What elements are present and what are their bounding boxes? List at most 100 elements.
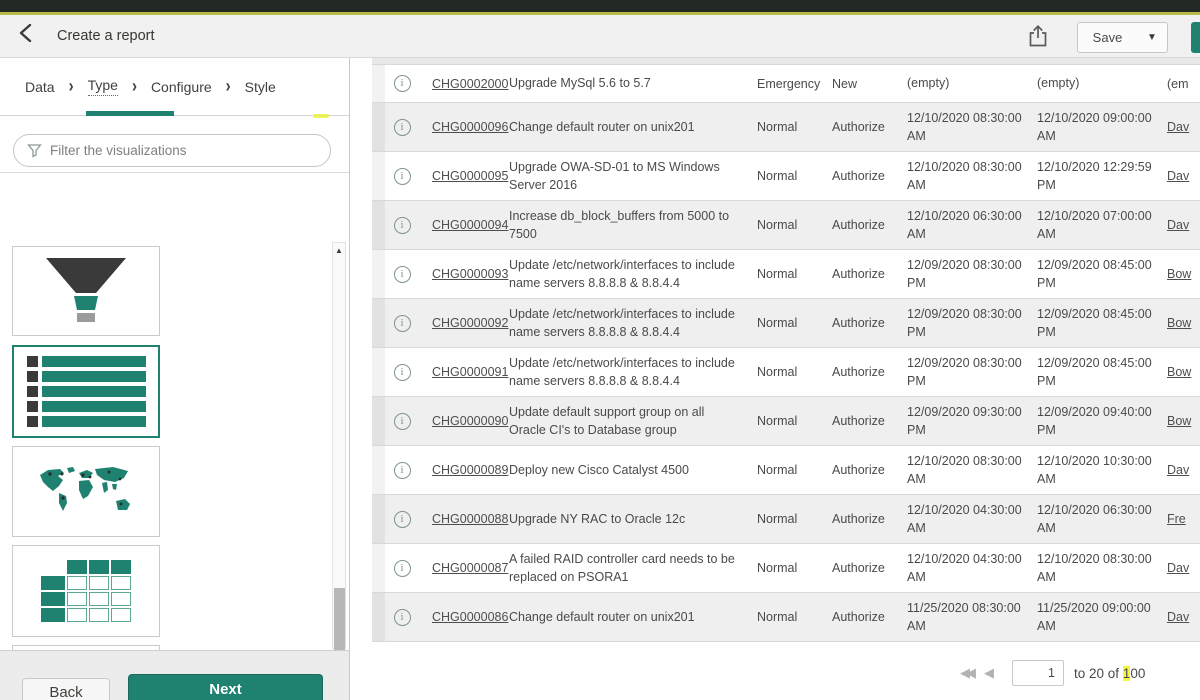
back-button[interactable]: Back: [22, 678, 110, 700]
assignee-link[interactable]: Fre: [1167, 512, 1200, 526]
assignee-link[interactable]: Bow: [1167, 414, 1200, 428]
state-value: Authorize: [832, 267, 907, 281]
first-page-icon[interactable]: ◀◀: [960, 665, 972, 681]
planned-start-date: 12/10/2020 04:30:00 AM: [907, 550, 1037, 586]
assignee-empty: (em: [1167, 77, 1200, 91]
filter-input[interactable]: [50, 143, 330, 158]
info-icon[interactable]: i: [394, 413, 411, 430]
short-description: Upgrade MySql 5.6 to 5.7: [509, 74, 757, 92]
info-icon[interactable]: i: [394, 168, 411, 185]
assignee-link[interactable]: Bow: [1167, 316, 1200, 330]
change-number-link[interactable]: CHG0002000: [432, 77, 509, 91]
info-icon[interactable]: i: [394, 119, 411, 136]
next-button[interactable]: Next: [128, 674, 323, 700]
viz-card-world-map[interactable]: [12, 446, 160, 537]
wizard-step-type[interactable]: Type: [88, 77, 118, 96]
change-number-link[interactable]: CHG0000089: [432, 463, 509, 477]
priority-value: Normal: [757, 316, 832, 330]
short-description: Deploy new Cisco Catalyst 4500: [509, 461, 757, 479]
change-request-table: i CHG0002000 Upgrade MySql 5.6 to 5.7 Em…: [372, 58, 1200, 642]
scrolled-row-remnant: [372, 58, 1200, 65]
planned-end-date: 12/10/2020 07:00:00 AM: [1037, 207, 1167, 243]
table-row: i CHG0000095 Upgrade OWA-SD-01 to MS Win…: [372, 152, 1200, 201]
wizard-footer: Back Next: [0, 650, 349, 700]
planned-end-date: 12/10/2020 08:30:00 AM: [1037, 550, 1167, 586]
visualization-list: ▲ ▼: [0, 174, 349, 649]
priority-value: Normal: [757, 561, 832, 575]
assignee-link[interactable]: Dav: [1167, 610, 1200, 624]
change-number-link[interactable]: CHG0000086: [432, 610, 509, 624]
change-number-link[interactable]: CHG0000088: [432, 512, 509, 526]
change-number-link[interactable]: CHG0000093: [432, 267, 509, 281]
previous-page-icon[interactable]: ◀: [984, 665, 994, 681]
info-icon[interactable]: i: [394, 462, 411, 479]
table-row: i CHG0000086 Change default router on un…: [372, 593, 1200, 642]
funnel-chart-icon: [40, 256, 132, 326]
chevron-right-icon: ›: [69, 76, 74, 97]
change-number-link[interactable]: CHG0000092: [432, 316, 509, 330]
priority-value: Normal: [757, 463, 832, 477]
planned-end-date: 12/09/2020 08:45:00 PM: [1037, 256, 1167, 292]
viz-card-funnel-chart[interactable]: [12, 246, 160, 336]
save-dropdown-caret-icon[interactable]: ▼: [1137, 22, 1168, 53]
change-number-link[interactable]: CHG0000087: [432, 561, 509, 575]
priority-value: Normal: [757, 414, 832, 428]
state-value: Authorize: [832, 169, 907, 183]
back-chevron-icon[interactable]: [18, 24, 34, 42]
info-icon[interactable]: i: [394, 266, 411, 283]
change-number-link[interactable]: CHG0000095: [432, 169, 509, 183]
page-title: Create a report: [57, 28, 155, 44]
viz-card-pivot-table-grid[interactable]: [12, 545, 160, 637]
viz-scrollbar-thumb[interactable]: [334, 588, 345, 651]
change-number-link[interactable]: CHG0000096: [432, 120, 509, 134]
priority-value: Normal: [757, 512, 832, 526]
assignee-link[interactable]: Dav: [1167, 463, 1200, 477]
state-value: Authorize: [832, 610, 907, 624]
table-row: i CHG0000089 Deploy new Cisco Catalyst 4…: [372, 446, 1200, 495]
assignee-link[interactable]: Dav: [1167, 561, 1200, 575]
state-value: Authorize: [832, 463, 907, 477]
wizard-step-style[interactable]: Style: [245, 79, 276, 95]
scroll-up-arrow-icon[interactable]: ▲: [333, 244, 345, 258]
table-row: i CHG0000088 Upgrade NY RAC to Oracle 12…: [372, 495, 1200, 544]
assignee-link[interactable]: Dav: [1167, 218, 1200, 232]
short-description: Update /etc/network/interfaces to includ…: [509, 256, 757, 292]
short-description: A failed RAID controller card needs to b…: [509, 550, 757, 586]
state-value: Authorize: [832, 512, 907, 526]
info-icon[interactable]: i: [394, 560, 411, 577]
state-value: Authorize: [832, 316, 907, 330]
save-button[interactable]: Save: [1077, 22, 1138, 53]
wizard-step-configure[interactable]: Configure: [151, 79, 212, 95]
wizard-step-data[interactable]: Data: [25, 79, 55, 95]
table-row: i CHG0000087 A failed RAID controller ca…: [372, 544, 1200, 593]
assignee-link[interactable]: Bow: [1167, 365, 1200, 379]
edge-primary-button-partial[interactable]: [1191, 22, 1200, 53]
info-icon[interactable]: i: [394, 511, 411, 528]
assignee-link[interactable]: Bow: [1167, 267, 1200, 281]
assignee-link[interactable]: Dav: [1167, 169, 1200, 183]
info-icon[interactable]: i: [394, 315, 411, 332]
priority-value: Normal: [757, 120, 832, 134]
visualization-filter[interactable]: [13, 134, 331, 167]
page-number-input[interactable]: [1012, 660, 1064, 686]
planned-start-date: 12/10/2020 08:30:00 AM: [907, 109, 1037, 145]
state-value: Authorize: [832, 218, 907, 232]
state-value: Authorize: [832, 414, 907, 428]
info-icon[interactable]: i: [394, 75, 411, 92]
info-icon[interactable]: i: [394, 217, 411, 234]
planned-start-date: 12/09/2020 09:30:00 PM: [907, 403, 1037, 439]
state-value: Authorize: [832, 120, 907, 134]
cursor-highlight-artifact: [313, 114, 329, 118]
state-value: Authorize: [832, 365, 907, 379]
change-number-link[interactable]: CHG0000091: [432, 365, 509, 379]
planned-end-date: 12/09/2020 09:40:00 PM: [1037, 403, 1167, 439]
change-number-link[interactable]: CHG0000090: [432, 414, 509, 428]
info-icon[interactable]: i: [394, 609, 411, 626]
viz-card-horizontal-bar-list[interactable]: [12, 345, 160, 438]
change-number-link[interactable]: CHG0000094: [432, 218, 509, 232]
share-icon[interactable]: [1027, 24, 1049, 48]
info-icon[interactable]: i: [394, 364, 411, 381]
short-description: Upgrade OWA-SD-01 to MS Windows Server 2…: [509, 158, 757, 194]
chevron-right-icon: ›: [132, 76, 137, 97]
assignee-link[interactable]: Dav: [1167, 120, 1200, 134]
